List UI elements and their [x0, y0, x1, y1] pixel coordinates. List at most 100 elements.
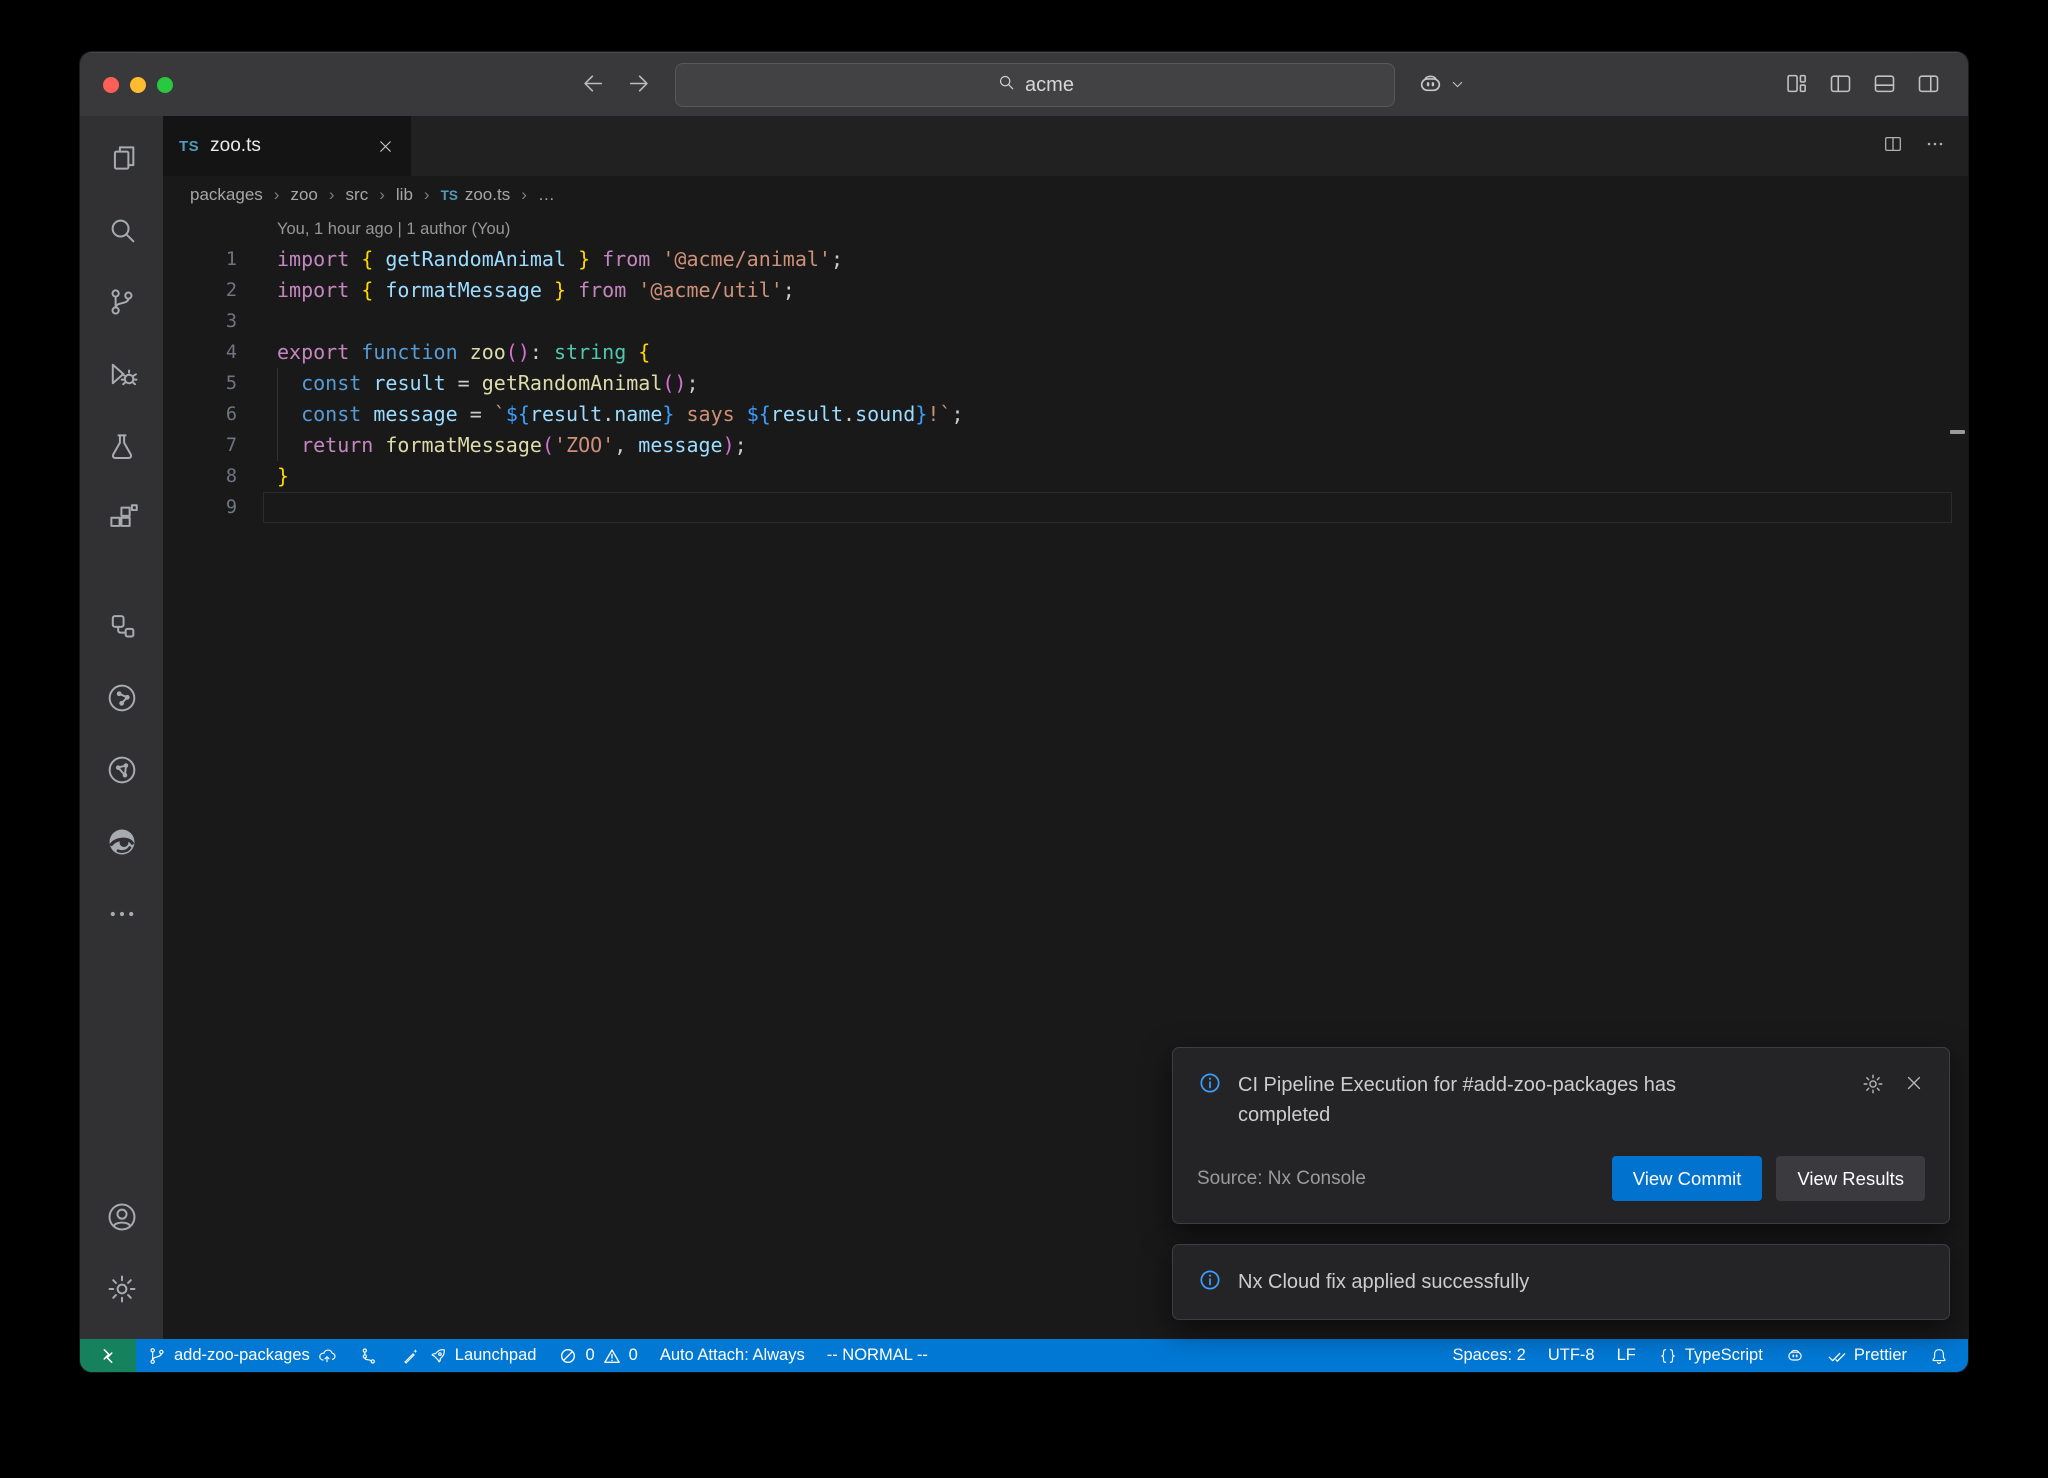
- statusbar-git-branch[interactable]: add-zoo-packages: [136, 1339, 348, 1372]
- activity-item-nx-console[interactable]: [84, 590, 160, 662]
- copilot-menu[interactable]: [1416, 70, 1466, 104]
- copilot-icon: [1785, 1346, 1805, 1366]
- breadcrumb-separator: ›: [521, 185, 527, 205]
- edge-icon: [105, 825, 139, 859]
- activity-item-nx-cloud[interactable]: [84, 734, 160, 806]
- remote-icon: [98, 1346, 118, 1366]
- view-results-button[interactable]: View Results: [1776, 1156, 1925, 1201]
- check-double-icon: [1827, 1346, 1847, 1366]
- search-icon: [996, 72, 1016, 98]
- notification-message: Nx Cloud fix applied successfully: [1238, 1267, 1529, 1297]
- split-editor-button[interactable]: [1882, 133, 1904, 160]
- activity-item-edge-tools[interactable]: [84, 806, 160, 878]
- activity-item-search[interactable]: [84, 194, 160, 266]
- bell-icon: [1929, 1346, 1949, 1366]
- notification-settings-button[interactable]: [1861, 1072, 1885, 1101]
- panel-bottom-icon: [1871, 70, 1898, 97]
- statusbar-eol[interactable]: LF: [1606, 1339, 1647, 1372]
- minimize-window-button[interactable]: [130, 77, 146, 93]
- statusbar-remote-indicator[interactable]: [80, 1339, 136, 1372]
- tab-zoo-ts[interactable]: TS zoo.ts: [163, 116, 411, 176]
- history-back-icon[interactable]: [580, 70, 607, 102]
- close-tab-icon[interactable]: [376, 137, 395, 156]
- code-line-2[interactable]: 2import { formatMessage } from '@acme/ut…: [163, 275, 1968, 306]
- breadcrumb-label: …: [538, 185, 555, 205]
- status-bar: add-zoo-packages Launchpad 00 Auto Attach: …: [80, 1339, 1968, 1372]
- git-branch-label: add-zoo-packages: [174, 1346, 310, 1365]
- statusbar-language-mode[interactable]: TypeScript: [1647, 1339, 1774, 1372]
- activity-item-source-control[interactable]: [84, 266, 160, 338]
- line-number: 1: [163, 244, 237, 275]
- customize-layout-button[interactable]: [1783, 70, 1810, 102]
- breadcrumb-item--[interactable]: …: [538, 185, 555, 205]
- line-number: 8: [163, 461, 237, 492]
- statusbar-auto-attach[interactable]: Auto Attach: Always: [649, 1339, 816, 1372]
- statusbar-vim-mode[interactable]: -- NORMAL --: [816, 1339, 939, 1372]
- activity-item-testing[interactable]: [84, 410, 160, 482]
- tab-label: zoo.ts: [210, 135, 261, 157]
- graph1-icon: [105, 681, 139, 715]
- statusbar-indentation[interactable]: Spaces: 2: [1441, 1339, 1536, 1372]
- more-icon: [105, 897, 139, 931]
- notification-close-button[interactable]: [1903, 1072, 1925, 1101]
- breadcrumb-item-zoo-ts[interactable]: TSzoo.ts: [441, 185, 511, 205]
- code-line-1[interactable]: 1import { getRandomAnimal } from '@acme/…: [163, 244, 1968, 275]
- close-window-button[interactable]: [103, 77, 119, 93]
- desktop-background: acme TS zoo.ts: [0, 0, 2048, 1478]
- notification-source: Source: Nx Console: [1197, 1168, 1366, 1190]
- line-number: 3: [163, 306, 237, 337]
- statusbar-problems[interactable]: 00: [547, 1339, 648, 1372]
- statusbar-encoding[interactable]: UTF-8: [1537, 1339, 1606, 1372]
- code-line-6[interactable]: 6 const message = `${result.name} says $…: [163, 399, 1968, 430]
- notification-toast-1: CI Pipeline Execution for #add-zoo-packa…: [1172, 1047, 1950, 1224]
- code-line-5[interactable]: 5 const result = getRandomAnimal();: [163, 368, 1968, 399]
- window-controls: [103, 77, 173, 93]
- problems-label: 0: [585, 1346, 594, 1365]
- statusbar-notifications-bell[interactable]: [1918, 1339, 1960, 1372]
- nx-launchpad-label: Launchpad: [455, 1346, 537, 1365]
- activity-item-extensions[interactable]: [84, 482, 160, 554]
- zoom-window-button[interactable]: [157, 77, 173, 93]
- activity-item-accounts[interactable]: [84, 1181, 160, 1253]
- history-forward-icon[interactable]: [625, 70, 652, 102]
- toggle-panel-button[interactable]: [1871, 70, 1898, 102]
- notification-toast-2: Nx Cloud fix applied successfully: [1172, 1244, 1950, 1320]
- breadcrumb-item-packages[interactable]: packages: [190, 185, 263, 205]
- auto-attach-label: Auto Attach: Always: [660, 1346, 805, 1365]
- ellipsis-icon: [1924, 133, 1946, 155]
- activity-item-manage-settings[interactable]: [84, 1253, 160, 1325]
- statusbar-source-control-graph[interactable]: [348, 1339, 390, 1372]
- view-commit-button[interactable]: View Commit: [1612, 1156, 1763, 1201]
- breadcrumb-item-lib[interactable]: lib: [396, 185, 413, 205]
- code-line-9[interactable]: 9: [163, 492, 1968, 523]
- breadcrumb-label: lib: [396, 185, 413, 205]
- encoding-label: UTF-8: [1548, 1346, 1595, 1365]
- breadcrumb-item-src[interactable]: src: [346, 185, 369, 205]
- gitlens-codelens[interactable]: You, 1 hour ago | 1 author (You): [163, 214, 1968, 244]
- activity-item-explorer[interactable]: [84, 122, 160, 194]
- indent-guide: [277, 368, 278, 461]
- code-line-8[interactable]: 8}: [163, 461, 1968, 492]
- toggle-primary-sidebar-button[interactable]: [1827, 70, 1854, 102]
- beaker-icon: [105, 429, 139, 463]
- command-center-search[interactable]: acme: [675, 63, 1395, 107]
- statusbar-formatter[interactable]: Prettier: [1816, 1339, 1918, 1372]
- nx-console-icon: [105, 609, 139, 643]
- activity-item-run-and-debug[interactable]: [84, 338, 160, 410]
- breadcrumb-label: zoo: [290, 185, 317, 205]
- toggle-secondary-sidebar-button[interactable]: [1915, 70, 1942, 102]
- breadcrumb-item-zoo[interactable]: zoo: [290, 185, 317, 205]
- code-line-4[interactable]: 4export function zoo(): string {: [163, 337, 1968, 368]
- code-line-3[interactable]: 3: [163, 306, 1968, 337]
- activity-item-additional-views[interactable]: [84, 878, 160, 950]
- line-number: 5: [163, 368, 237, 399]
- code-line-7[interactable]: 7 return formatMessage('ZOO', message);: [163, 430, 1968, 461]
- activity-item-nx-project-graph[interactable]: [84, 662, 160, 734]
- overview-ruler-mark: [1950, 430, 1965, 434]
- gear-icon: [105, 1272, 139, 1306]
- more-editor-actions-button[interactable]: [1924, 133, 1946, 160]
- statusbar-copilot-status[interactable]: [1774, 1339, 1816, 1372]
- statusbar-nx-launchpad[interactable]: Launchpad: [390, 1339, 548, 1372]
- debug-icon: [105, 357, 139, 391]
- line-number: 7: [163, 430, 237, 461]
